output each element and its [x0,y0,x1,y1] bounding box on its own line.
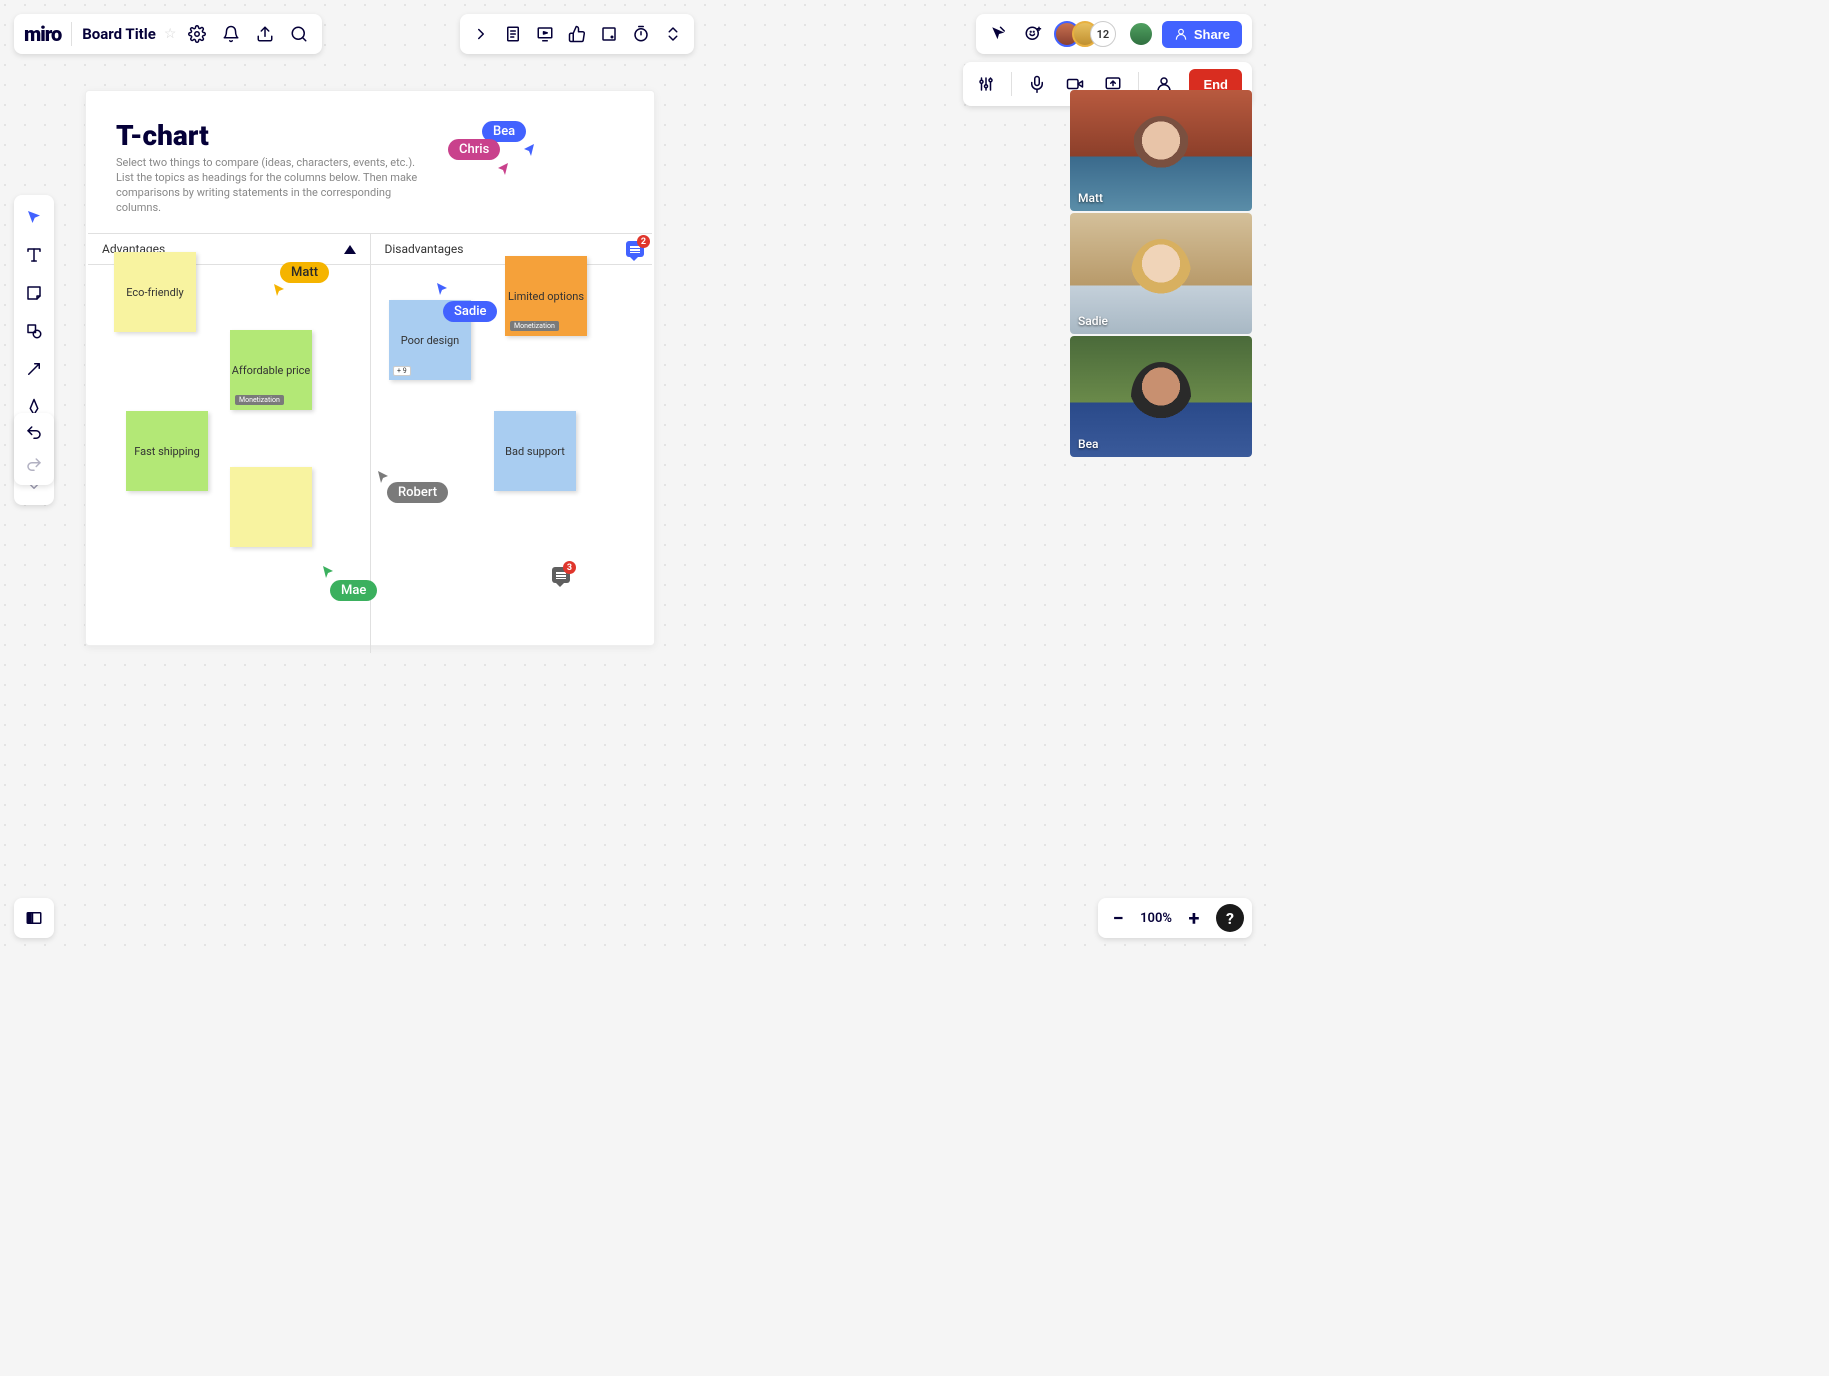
cursor-label-sadie: Sadie [443,301,497,322]
comment-count-badge: 3 [563,561,576,574]
video-participants-column: Matt Sadie Bea [1070,90,1252,457]
cursor-arrow-icon [496,161,510,175]
sticky-fast-shipping[interactable]: Fast shipping [126,411,208,491]
participant-avatars[interactable]: 12 [1054,21,1116,47]
collapse-panel-button[interactable] [14,898,54,938]
header-right-panel: 12 Share [976,14,1252,54]
comment-bubble-icon[interactable]: 2 [626,241,644,257]
sticky-tag: Monetization [235,395,284,405]
share-label: Share [1194,27,1230,42]
star-icon[interactable]: ☆ [164,26,177,42]
board-title[interactable]: Board Title [82,25,156,43]
video-thumbnail-bea[interactable]: Bea [1070,336,1252,457]
video-thumbnail-sadie[interactable]: Sadie [1070,213,1252,334]
arrow-tool[interactable] [20,355,48,383]
cursor-label-chris: Chris [448,139,500,160]
divider [71,22,72,46]
export-icon[interactable] [252,21,278,47]
cursor-arrow-icon [522,142,536,156]
cursor-arrow-icon [376,469,390,483]
zoom-level[interactable]: 100% [1140,911,1172,926]
sliders-icon[interactable] [973,71,999,97]
header-center-panel [460,14,694,54]
redo-button[interactable] [20,451,48,479]
share-button[interactable]: Share [1162,21,1242,48]
chevron-right-icon[interactable] [468,21,494,47]
cursor-arrow-icon [272,282,286,296]
help-button[interactable]: ? [1216,904,1244,932]
mic-icon[interactable] [1024,71,1050,97]
reactions-icon[interactable] [1020,21,1046,47]
column-head-label: Disadvantages [385,242,464,256]
board-canvas[interactable]: T-chart Select two things to compare (id… [85,90,655,646]
search-icon[interactable] [286,21,312,47]
sticky-bad-support[interactable]: Bad support [494,411,576,491]
sticky-plus-count: + 9 [393,366,411,376]
cursor-mode-icon[interactable] [986,21,1012,47]
text-tool[interactable] [20,241,48,269]
sticky-limited-options[interactable]: Limited optionsMonetization [505,256,587,336]
frame-tool-icon[interactable] [596,21,622,47]
avatar-self[interactable] [1128,21,1154,47]
triangle-up-icon [344,245,356,254]
cursor-arrow-icon [321,564,335,578]
cursor-label-matt: Matt [280,262,329,283]
undo-redo-panel [14,413,54,485]
sticky-eco-friendly[interactable]: Eco-friendly [114,252,196,332]
bell-icon[interactable] [218,21,244,47]
tchart-title[interactable]: T-chart [86,91,654,156]
divider [1011,72,1012,96]
select-tool[interactable] [20,203,48,231]
settings-icon[interactable] [184,21,210,47]
note-icon[interactable] [500,21,526,47]
cursor-label-mae: Mae [330,580,377,601]
zoom-in-button[interactable]: + [1182,906,1206,930]
comment-bubble-gray-icon[interactable]: 3 [552,567,570,583]
sticky-empty[interactable] [230,467,312,547]
sticky-affordable[interactable]: Affordable priceMonetization [230,330,312,410]
timer-icon[interactable] [628,21,654,47]
sticky-tool[interactable] [20,279,48,307]
undo-button[interactable] [20,419,48,447]
more-icon[interactable] [660,21,686,47]
sticky-tag: Monetization [510,321,559,331]
cursor-label-robert: Robert [387,482,448,503]
miro-logo[interactable]: miro [24,22,61,46]
present-icon[interactable] [532,21,558,47]
video-thumbnail-matt[interactable]: Matt [1070,90,1252,211]
cursor-arrow-icon [435,281,449,295]
participant-count[interactable]: 12 [1090,21,1116,47]
zoom-panel: − 100% + ? [1098,898,1252,938]
thumbs-up-icon[interactable] [564,21,590,47]
zoom-out-button[interactable]: − [1106,906,1130,930]
comment-count-badge: 2 [637,235,650,248]
tchart-description[interactable]: Select two things to compare (ideas, cha… [86,156,456,233]
header-left-panel: miro Board Title ☆ [14,14,322,54]
shape-tool[interactable] [20,317,48,345]
